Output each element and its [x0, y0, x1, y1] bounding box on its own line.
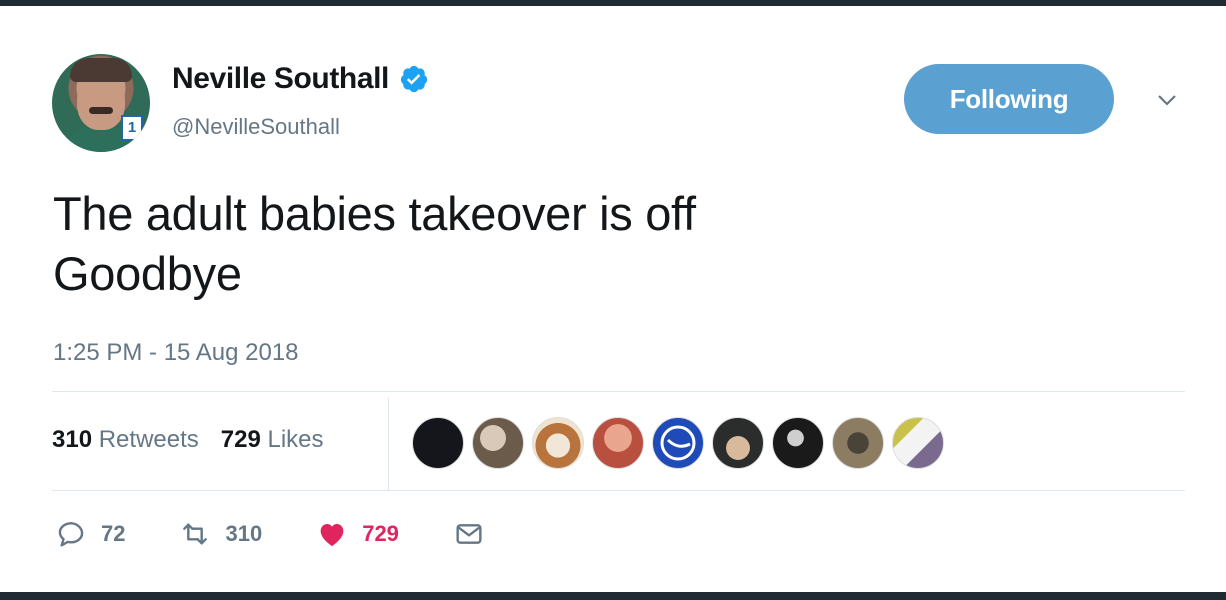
chevron-down-icon[interactable] [1156, 92, 1178, 108]
retweets-stat[interactable]: 310 Retweets [52, 426, 199, 454]
liker-avatar[interactable] [532, 417, 584, 469]
liker-avatar[interactable] [592, 417, 644, 469]
author-row: Neville Southall [172, 62, 429, 96]
reply-action[interactable]: 72 [55, 518, 125, 550]
following-button[interactable]: Following [904, 64, 1114, 134]
verified-icon [400, 65, 428, 93]
tweet-text-line: The adult babies takeover is off [53, 187, 696, 240]
like-count: 729 [362, 521, 399, 546]
direct-message-action[interactable] [453, 518, 485, 550]
divider [52, 391, 1185, 392]
retweet-icon [183, 523, 208, 545]
liker-avatar[interactable] [652, 417, 704, 469]
retweet-action[interactable]: 310 [179, 518, 262, 550]
liker-avatar[interactable] [412, 417, 464, 469]
tweet-text-line: Goodbye [53, 247, 242, 300]
likes-count: 729 [220, 426, 261, 453]
tweet-card: 1 Neville Southall @NevilleSouthall Foll… [0, 6, 1226, 592]
reply-count: 72 [101, 521, 126, 546]
liker-avatar[interactable] [712, 417, 764, 469]
author-name[interactable]: Neville Southall [172, 62, 389, 96]
heart-icon [320, 524, 344, 546]
liker-avatar[interactable] [472, 417, 524, 469]
like-action[interactable]: 729 [316, 518, 399, 550]
message-icon [456, 524, 482, 544]
liker-avatar[interactable] [892, 417, 944, 469]
retweets-label: Retweets [98, 426, 199, 453]
retweet-count: 310 [225, 521, 263, 546]
avatar[interactable]: 1 [52, 54, 150, 152]
likes-stat[interactable]: 729 Likes [221, 426, 324, 454]
likes-label: Likes [267, 426, 324, 453]
engagement-stats: 310 Retweets 729 Likes [52, 426, 324, 454]
author-handle[interactable]: @NevilleSouthall [172, 114, 340, 140]
divider [52, 490, 1185, 491]
likers-avatars [412, 417, 952, 469]
tweet-actions: 72 310 729 [55, 518, 539, 550]
retweets-count: 310 [52, 426, 93, 453]
stats-divider [388, 398, 389, 490]
tweet-text: The adult babies takeover is off Goodbye [53, 184, 1153, 304]
liker-avatar[interactable] [832, 417, 884, 469]
reply-icon [58, 522, 84, 547]
liker-avatar[interactable] [772, 417, 824, 469]
tweet-timestamp[interactable]: 1:25 PM - 15 Aug 2018 [53, 339, 299, 367]
